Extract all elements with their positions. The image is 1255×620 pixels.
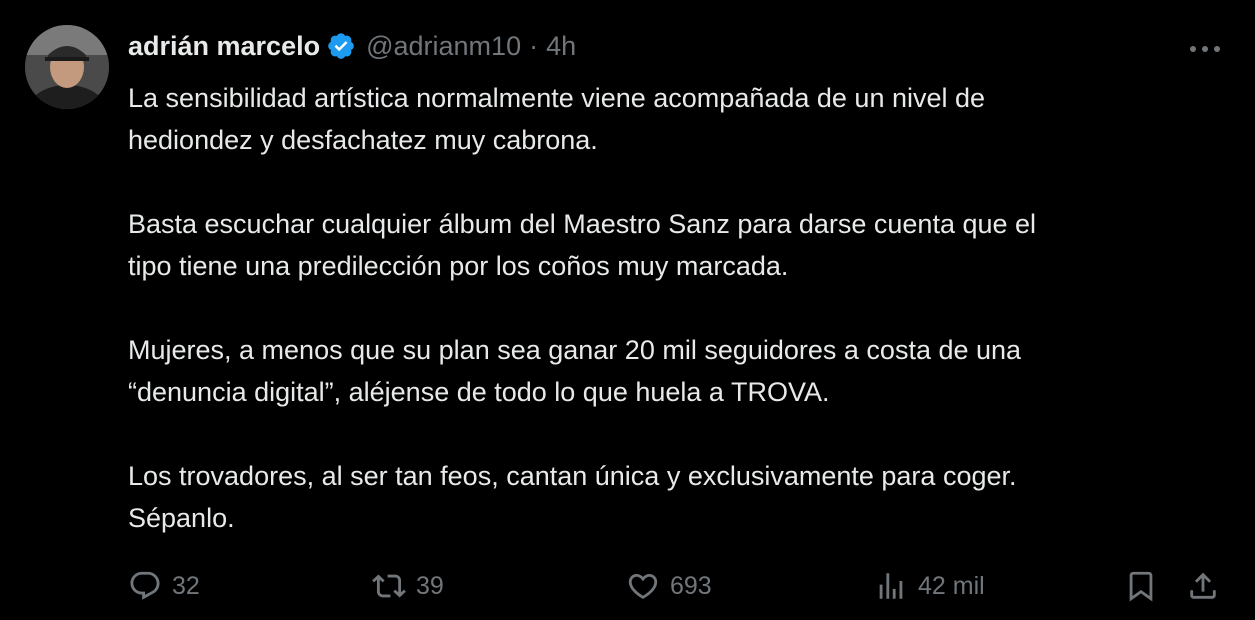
text-line: tipo tiene una predilección por los coño… bbox=[128, 251, 789, 281]
reply-count: 32 bbox=[172, 571, 200, 600]
paragraph: Mujeres, a menos que su plan sea ganar 2… bbox=[128, 329, 1238, 413]
view-count: 42 mil bbox=[918, 571, 985, 600]
retweet-count: 39 bbox=[416, 571, 444, 600]
bookmark-icon bbox=[1124, 569, 1158, 603]
avatar[interactable] bbox=[25, 25, 109, 109]
tweet-header: adrián marcelo @adrianm10 · 4h bbox=[128, 26, 576, 66]
reply-icon bbox=[128, 569, 162, 603]
author-name[interactable]: adrián marcelo bbox=[128, 31, 320, 62]
share-button[interactable] bbox=[1186, 566, 1220, 606]
text-line: La sensibilidad artística normalmente vi… bbox=[128, 83, 986, 113]
tweet-text: La sensibilidad artística normalmente vi… bbox=[128, 77, 1238, 539]
retweet-button[interactable]: 39 bbox=[372, 566, 444, 606]
like-icon bbox=[626, 569, 660, 603]
paragraph: Los trovadores, al ser tan feos, cantan … bbox=[128, 455, 1238, 539]
paragraph: La sensibilidad artística normalmente vi… bbox=[128, 77, 1238, 161]
like-count: 693 bbox=[670, 571, 712, 600]
action-bar: 32 39 693 42 mil bbox=[128, 566, 1228, 606]
views-icon bbox=[874, 569, 908, 603]
text-line: Mujeres, a menos que su plan sea ganar 2… bbox=[128, 335, 1022, 365]
verified-badge-icon bbox=[326, 31, 356, 61]
more-icon[interactable] bbox=[1185, 34, 1225, 64]
tweet[interactable]: adrián marcelo @adrianm10 · 4h La sensib… bbox=[0, 0, 1255, 620]
timestamp[interactable]: 4h bbox=[546, 31, 576, 62]
text-line: Sépanlo. bbox=[128, 503, 235, 533]
author-handle[interactable]: @adrianm10 bbox=[366, 31, 521, 62]
text-line: Los trovadores, al ser tan feos, cantan … bbox=[128, 461, 1017, 491]
text-line: “denuncia digital”, aléjense de todo lo … bbox=[128, 377, 830, 407]
like-button[interactable]: 693 bbox=[626, 566, 712, 606]
separator-dot: · bbox=[529, 30, 539, 61]
views-button[interactable]: 42 mil bbox=[874, 566, 985, 606]
text-line: hediondez y desfachatez muy cabrona. bbox=[128, 125, 598, 155]
paragraph: Basta escuchar cualquier álbum del Maest… bbox=[128, 203, 1238, 287]
share-icon bbox=[1186, 569, 1220, 603]
bookmark-button[interactable] bbox=[1124, 566, 1158, 606]
reply-button[interactable]: 32 bbox=[128, 566, 200, 606]
retweet-icon bbox=[372, 569, 406, 603]
text-line: Basta escuchar cualquier álbum del Maest… bbox=[128, 209, 1037, 239]
